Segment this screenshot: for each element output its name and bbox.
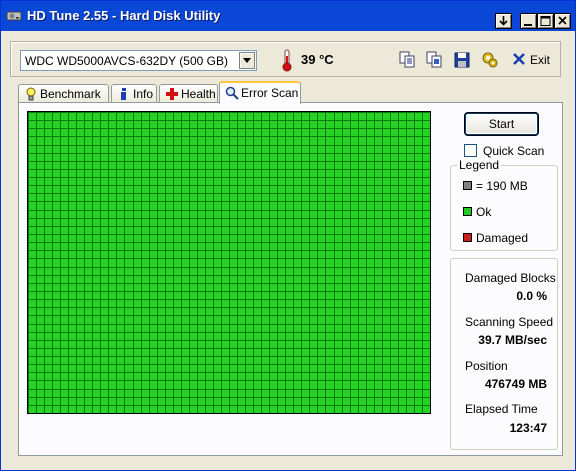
close-icon xyxy=(558,16,567,25)
minimize-icon xyxy=(524,24,532,26)
drive-select[interactable]: WDC WD5000AVCS-632DY (500 GB) xyxy=(20,50,257,71)
legend-label: = 190 MB xyxy=(476,179,528,193)
red-swatch-icon xyxy=(463,233,472,242)
damaged-blocks-value: 0.0 % xyxy=(516,289,547,303)
close-button[interactable] xyxy=(554,13,571,29)
green-swatch-icon xyxy=(463,207,472,216)
help-button[interactable] xyxy=(495,13,512,29)
tab-error-scan[interactable]: Error Scan xyxy=(219,81,301,104)
tab-benchmark[interactable]: Benchmark xyxy=(18,84,109,103)
drive-dropdown-button[interactable] xyxy=(239,52,255,69)
scanning-speed-label: Scanning Speed xyxy=(465,315,554,329)
legend-title: Legend xyxy=(457,158,502,172)
error-scan-panel: Start Quick Scan Legend = 190 MB Ok Dama… xyxy=(18,102,563,456)
drive-select-value: WDC WD5000AVCS-632DY (500 GB) xyxy=(25,54,228,68)
exit-icon xyxy=(512,51,526,71)
health-cross-icon xyxy=(165,87,179,101)
elapsed-time-value: 123:47 xyxy=(509,421,547,435)
chevron-down-icon xyxy=(243,58,251,63)
exit-label: Exit xyxy=(530,53,551,67)
down-arrow-icon xyxy=(499,16,508,26)
block-grid xyxy=(28,112,431,414)
thermometer-icon xyxy=(281,48,293,75)
elapsed-time-label: Elapsed Time xyxy=(465,402,538,416)
tab-label: Error Scan xyxy=(241,86,299,100)
quick-scan-option[interactable]: Quick Scan xyxy=(464,143,564,159)
damaged-blocks-label: Damaged Blocks xyxy=(465,271,556,285)
hd-tune-window: HD Tune 2.55 - Hard Disk Utility WDC WD5… xyxy=(0,0,576,471)
tab-health[interactable]: Health xyxy=(159,84,218,103)
maximize-icon xyxy=(540,16,551,26)
start-button[interactable]: Start xyxy=(464,112,539,136)
hd-tune-app-icon xyxy=(6,8,22,24)
window-title: HD Tune 2.55 - Hard Disk Utility xyxy=(27,8,221,23)
client-area: WDC WD5000AVCS-632DY (500 GB) 39 °C Exit… xyxy=(5,31,571,468)
title-bar[interactable]: HD Tune 2.55 - Hard Disk Utility xyxy=(1,1,575,31)
info-icon xyxy=(117,87,131,101)
legend-group: Legend = 190 MB Ok Damaged xyxy=(450,158,558,251)
scan-statistics: Damaged Blocks 0.0 % Scanning Speed 39.7… xyxy=(450,258,558,450)
tab-label: Health xyxy=(181,87,216,101)
legend-label: Damaged xyxy=(476,231,529,245)
copy-text-icon[interactable] xyxy=(397,50,417,70)
magnifier-icon xyxy=(225,86,239,100)
quick-scan-checkbox[interactable] xyxy=(464,144,477,157)
exit-button[interactable]: Exit xyxy=(512,51,554,71)
block-map xyxy=(27,111,431,414)
copy-info-icon[interactable] xyxy=(424,50,444,70)
save-icon[interactable] xyxy=(452,50,472,70)
temperature-readout: 39 °C xyxy=(301,52,334,67)
position-value: 476749 MB xyxy=(484,377,547,391)
options-icon[interactable] xyxy=(480,50,500,70)
lightbulb-icon xyxy=(24,87,38,101)
tab-info[interactable]: Info xyxy=(111,84,157,103)
tab-label: Benchmark xyxy=(40,87,101,101)
toolbar: WDC WD5000AVCS-632DY (500 GB) 39 °C Exit xyxy=(10,41,561,77)
gray-swatch-icon xyxy=(463,181,472,190)
maximize-button[interactable] xyxy=(537,13,554,29)
legend-label: Ok xyxy=(476,205,492,219)
position-label: Position xyxy=(465,359,508,373)
quick-scan-label: Quick Scan xyxy=(483,144,545,158)
minimize-button[interactable] xyxy=(520,13,537,29)
scanning-speed-value: 39.7 MB/sec xyxy=(478,333,547,347)
tab-label: Info xyxy=(133,87,154,101)
